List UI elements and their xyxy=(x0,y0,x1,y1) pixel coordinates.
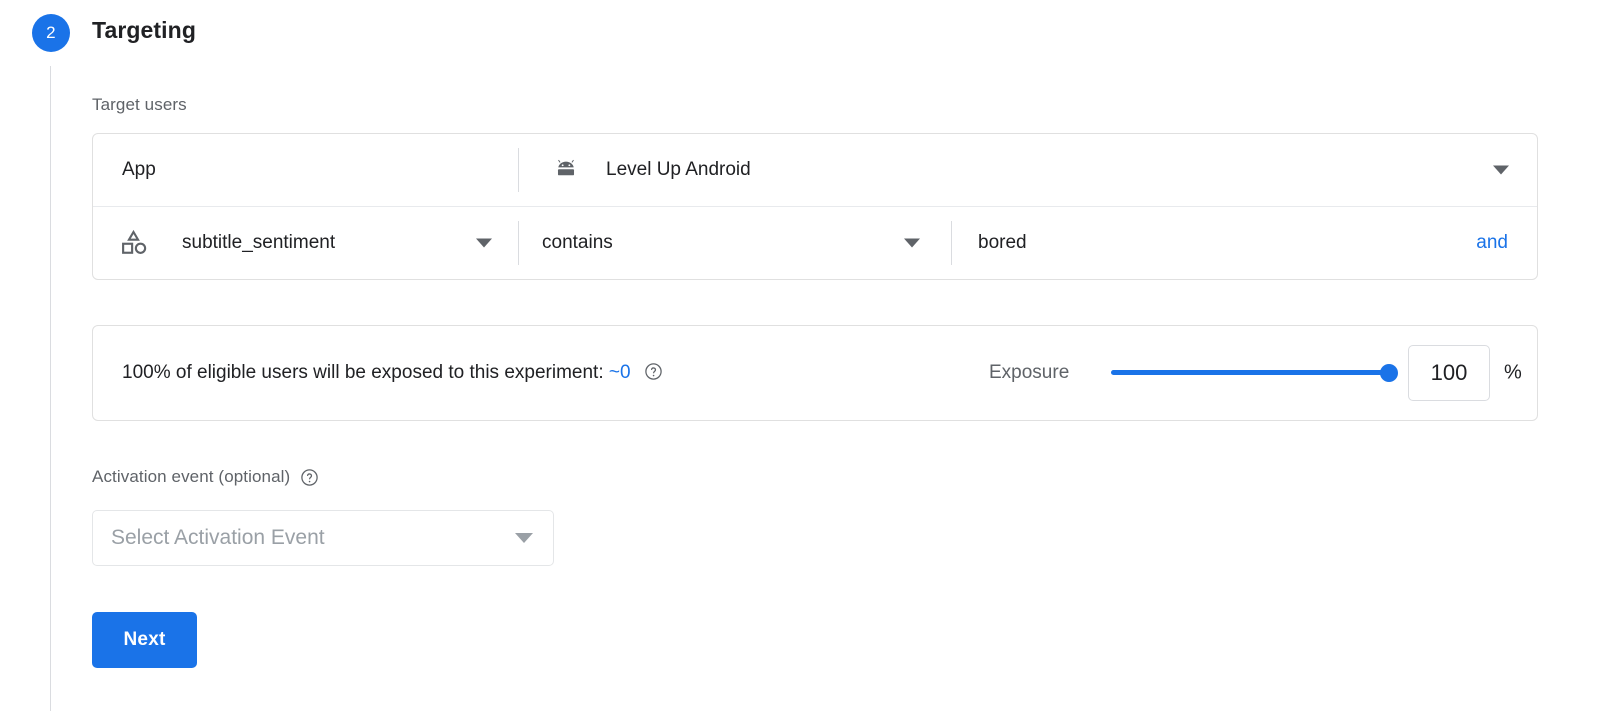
activation-event-label-group: Activation event (optional) xyxy=(92,467,319,487)
target-users-label: Target users xyxy=(92,95,187,115)
exposure-card: 100% of eligible users will be exposed t… xyxy=(92,325,1538,421)
activation-event-select[interactable]: Select Activation Event xyxy=(92,510,554,566)
exposure-summary: 100% of eligible users will be exposed t… xyxy=(122,362,663,384)
exposure-slider[interactable] xyxy=(1111,363,1396,383)
exposure-summary-text: 100% of eligible users will be exposed t… xyxy=(122,362,604,383)
chevron-down-icon[interactable] xyxy=(904,239,920,248)
chevron-down-icon[interactable] xyxy=(476,239,492,248)
activation-event-placeholder: Select Activation Event xyxy=(111,526,325,550)
next-button[interactable]: Next xyxy=(92,612,197,668)
parameter-name-value[interactable]: subtitle_sentiment xyxy=(182,232,335,254)
page-title: Targeting xyxy=(92,17,196,44)
exposure-slider-label: Exposure xyxy=(989,362,1069,384)
slider-thumb[interactable] xyxy=(1380,364,1398,382)
row-divider xyxy=(518,221,519,265)
chevron-down-icon[interactable] xyxy=(515,533,533,543)
percent-unit-label: % xyxy=(1504,362,1522,385)
row-divider xyxy=(518,148,519,192)
app-name-value[interactable]: Level Up Android xyxy=(606,159,751,181)
android-icon xyxy=(553,157,579,183)
row-divider xyxy=(951,221,952,265)
shapes-icon xyxy=(119,228,149,258)
operator-value[interactable]: contains xyxy=(542,232,613,254)
targeting-conditions-card: App Level Up Android xyxy=(92,133,1538,280)
chevron-down-icon[interactable] xyxy=(1493,166,1509,175)
exposure-estimate: ~0 xyxy=(609,362,631,383)
activation-event-label: Activation event (optional) xyxy=(92,467,290,487)
slider-track xyxy=(1111,370,1396,375)
condition-row-app: App Level Up Android xyxy=(93,134,1537,206)
help-circle-icon[interactable] xyxy=(644,362,663,381)
targeting-step: 2 Targeting Target users App xyxy=(0,0,1600,711)
app-type-label: App xyxy=(122,159,156,181)
exposure-percent-input[interactable] xyxy=(1408,345,1490,401)
condition-value[interactable]: bored xyxy=(978,232,1027,254)
and-condition-link[interactable]: and xyxy=(1476,232,1508,254)
step-connector-line xyxy=(50,66,51,711)
help-circle-icon[interactable] xyxy=(300,468,319,487)
step-number-badge: 2 xyxy=(32,14,70,52)
condition-row-parameter: subtitle_sentiment contains bored and xyxy=(93,206,1537,279)
